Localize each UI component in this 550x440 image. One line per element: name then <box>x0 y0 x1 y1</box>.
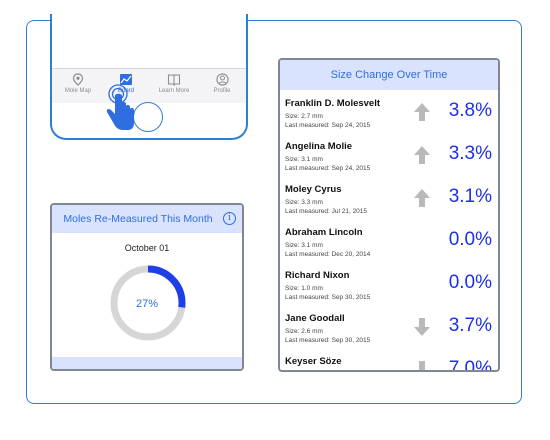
remeasured-card: Moles Re-Measured This Month i October 0… <box>50 203 244 371</box>
arrow-up-icon <box>414 103 430 121</box>
info-icon[interactable]: i <box>223 212 236 225</box>
profile-icon <box>215 73 229 86</box>
mole-row[interactable]: Jane Goodall Size: 2.6 mm Last measured: S… <box>280 305 498 348</box>
tab-profile[interactable]: Profile <box>198 73 246 95</box>
mole-row[interactable]: Angelina Molie Size: 3.1 mm Last measured:… <box>280 133 498 176</box>
tab-bar: Mole Map Board Learn More Profile <box>52 68 246 103</box>
arrow-up-icon <box>414 189 430 207</box>
mole-last-measured: Last measured: Jul 21, 2015 <box>285 208 368 215</box>
mole-change-value: 0.0% <box>448 272 492 293</box>
mole-row[interactable]: Keyser SözeSize: 2.9 mmLast measured: Se… <box>280 348 498 370</box>
mole-change-value: 3.8% <box>448 100 492 121</box>
tab-label: Learn More <box>158 88 190 94</box>
mole-size: Size: 1.0 mm <box>285 285 323 292</box>
mole-name: Jane Goodall <box>285 313 345 324</box>
book-icon <box>167 74 181 86</box>
size-change-title: Size Change Over Time <box>330 69 448 81</box>
mole-size: Size: 3.1 mm <box>285 242 323 249</box>
remeasured-percent: 27% <box>135 298 159 310</box>
mole-name: Franklin D. Molesvelt <box>285 98 381 109</box>
tapping-hand-icon <box>106 84 134 130</box>
remeasured-header: Moles Re-Measured This Month i <box>52 205 242 233</box>
mole-size: Size: 3.1 mm <box>285 156 323 163</box>
arrow-down-icon <box>414 361 430 370</box>
mole-change-value: 7.0% <box>448 358 492 370</box>
mole-row[interactable]: Abraham Lincoln Size: 3.1 mm Last measured… <box>280 219 498 262</box>
mole-name: Angelina Molie <box>285 141 353 152</box>
mole-name: Moley Cyrus <box>285 184 342 195</box>
remeasured-footer <box>52 357 242 369</box>
mole-change-value: 3.3% <box>448 143 492 164</box>
mole-last-measured: Last measured: Sep 30, 2015 <box>285 337 371 344</box>
size-change-header: Size Change Over Time <box>280 60 498 90</box>
mole-last-measured: Last measured: Dec 20, 2014 <box>285 251 371 258</box>
size-change-card: Size Change Over Time Franklin D. Molesv… <box>278 58 500 372</box>
phone-mockup: Mole Map Board Learn More Profile <box>50 14 248 140</box>
remeasured-date: October 01 <box>124 243 170 253</box>
arrow-up-icon <box>414 146 430 164</box>
mole-name: Richard Nixon <box>285 270 350 281</box>
mole-row[interactable]: Moley Cyrus Size: 3.3 mm Last measured: Ju… <box>280 176 498 219</box>
mole-list[interactable]: Franklin D. Molesvelt Size: 2.7 mm Last me… <box>280 90 498 370</box>
mole-size: Size: 3.3 mm <box>285 199 323 206</box>
mole-row[interactable]: Richard Nixon Size: 1.0 mm Last measured: … <box>280 262 498 305</box>
remeasured-title: Moles Re-Measured This Month <box>63 213 213 225</box>
mole-size: Size: 2.7 mm <box>285 113 323 120</box>
mole-name: Keyser Söze <box>285 356 342 367</box>
mole-last-measured: Last measured: Sep 24, 2015 <box>285 165 371 172</box>
tab-learn-more[interactable]: Learn More <box>150 73 198 95</box>
map-pin-icon <box>72 73 84 86</box>
mole-row[interactable]: Franklin D. Molesvelt Size: 2.7 mm Last me… <box>280 90 498 133</box>
arrow-down-icon <box>414 318 430 336</box>
mole-change-value: 0.0% <box>448 229 492 250</box>
mole-last-measured: Last measured: Sep 30, 2015 <box>285 294 371 301</box>
mole-name: Abraham Lincoln <box>285 227 363 238</box>
mole-size: Size: 2.6 mm <box>285 328 323 335</box>
tab-label: Profile <box>213 88 231 94</box>
mole-change-value: 3.1% <box>448 186 492 207</box>
mole-last-measured: Last measured: Sep 24, 2015 <box>285 122 371 129</box>
mole-change-value: 3.7% <box>448 315 492 336</box>
